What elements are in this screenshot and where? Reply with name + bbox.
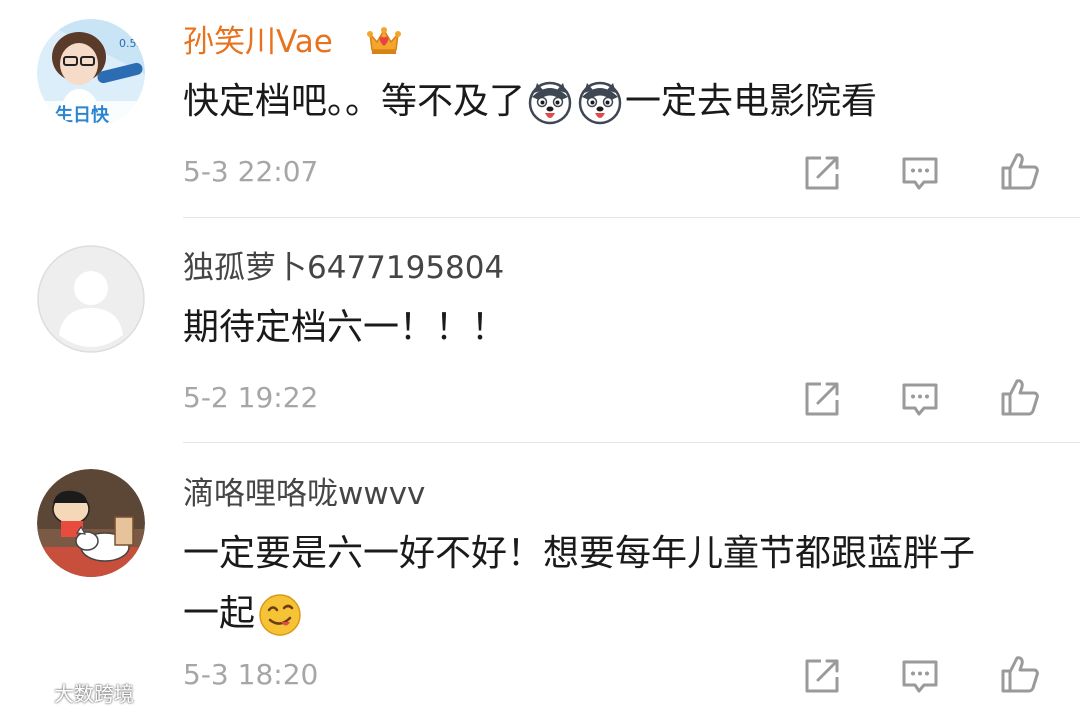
comment-text-part: 快定档吧。。等不及了 (183, 81, 526, 122)
comment-item: 0.5M 生日快 孙笑川Vae 快定档吧。。等不及了 一定去电影院看 5-3 22… (0, 0, 1080, 218)
comment-text: 期待定档六一！！！ (183, 307, 508, 348)
share-icon (801, 378, 843, 420)
smile-emoji-icon (258, 593, 302, 637)
comment-text-line: 一定要是六一好不好！想要每年儿童节都跟蓝胖子 (183, 533, 976, 574)
like-button[interactable] (999, 376, 1041, 418)
avatar[interactable] (37, 469, 145, 577)
comment-text-part: 一起 (183, 593, 256, 634)
share-button[interactable] (801, 152, 843, 194)
comment-text: 一定要是六一好不好！想要每年儿童节都跟蓝胖子 一起 (183, 524, 1063, 644)
watermark: 大数跨境 (6, 678, 134, 708)
svg-text:0.5M: 0.5M (119, 37, 145, 50)
share-icon (801, 655, 843, 697)
comment-item: 滴咯哩咯咙wwvv 一定要是六一好不好！想要每年儿童节都跟蓝胖子 一起 5-3 … (0, 443, 1080, 713)
dog-emoji-icon (528, 81, 572, 125)
share-button[interactable] (801, 655, 843, 697)
timestamp: 5-3 18:20 (183, 658, 319, 691)
dog-emoji-icon (578, 81, 622, 125)
reply-button[interactable] (899, 655, 941, 697)
like-icon (999, 376, 1041, 418)
like-button[interactable] (999, 150, 1041, 192)
like-icon (999, 150, 1041, 192)
timestamp: 5-3 22:07 (183, 155, 319, 188)
comment-text: 快定档吧。。等不及了 一定去电影院看 (183, 72, 1063, 132)
comment-icon (899, 152, 941, 194)
timestamp: 5-2 19:22 (183, 381, 319, 414)
avatar[interactable] (37, 245, 145, 353)
comment-text-line: 一起 (183, 584, 1063, 644)
watermark-logo-icon (6, 684, 50, 708)
crown-icon (366, 22, 402, 58)
reply-button[interactable] (899, 378, 941, 420)
comment-item: 独孤萝卜6477195804 期待定档六一！！！ 5-2 19:22 (0, 218, 1080, 442)
comment-icon (899, 378, 941, 420)
comment-icon (899, 655, 941, 697)
like-icon (999, 653, 1041, 695)
watermark-text: 大数跨境 (54, 682, 134, 706)
share-icon (801, 152, 843, 194)
username[interactable]: 滴咯哩咯咙wwvv (183, 476, 425, 512)
reply-button[interactable] (899, 152, 941, 194)
like-button[interactable] (999, 653, 1041, 695)
svg-text:生日快: 生日快 (55, 104, 110, 126)
comment-text-part: 一定去电影院看 (625, 81, 878, 122)
share-button[interactable] (801, 378, 843, 420)
username[interactable]: 孙笑川Vae (183, 24, 333, 60)
username[interactable]: 独孤萝卜6477195804 (183, 250, 504, 286)
avatar[interactable]: 0.5M 生日快 (37, 19, 145, 127)
